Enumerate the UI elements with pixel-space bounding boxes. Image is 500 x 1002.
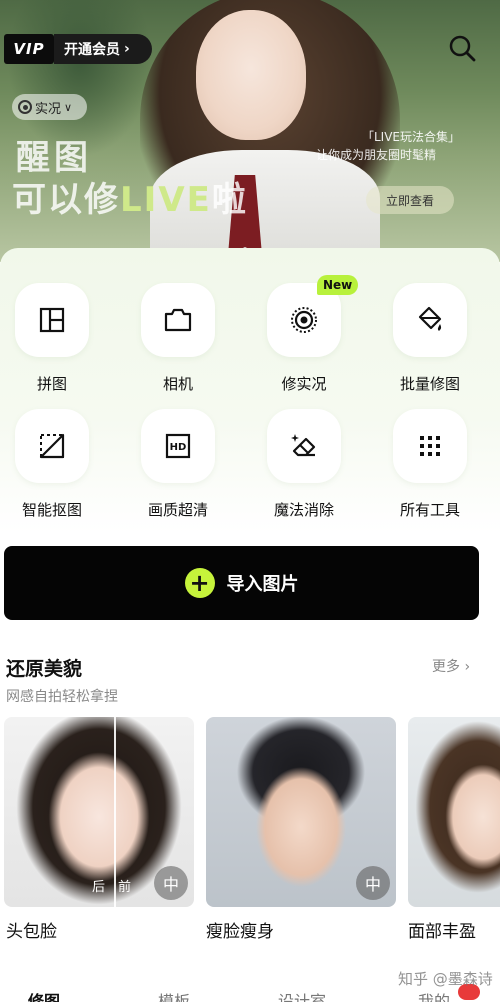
tool-label: 智能抠图: [21, 501, 82, 519]
import-photo-button[interactable]: + 导入图片: [4, 546, 479, 620]
tool-label: 画质超清: [147, 501, 208, 519]
collage-icon: [39, 307, 65, 333]
before-label: 前: [118, 880, 132, 895]
tool-tile: [267, 409, 341, 483]
after-label: 后: [92, 880, 106, 895]
more-label: 更多: [432, 659, 460, 675]
vip-badge[interactable]: VIP: [4, 34, 54, 64]
import-photo-label: 导入图片: [226, 574, 299, 595]
banner-title-live: LIVE: [120, 180, 212, 220]
before-after-divider[interactable]: [114, 717, 116, 907]
live-chip-label: 实况: [35, 101, 62, 117]
tab-design-studio[interactable]: 设计室: [278, 988, 326, 1002]
banner-title-line2: 可以修LIVE啦: [12, 172, 248, 221]
new-badge: New: [317, 275, 359, 295]
tab-edit[interactable]: 修图: [28, 988, 60, 1002]
tool-label: 修实况: [281, 375, 327, 393]
tool-all-tools[interactable]: 所有工具: [375, 409, 485, 529]
chevron-right-icon: ›: [464, 659, 471, 675]
more-link[interactable]: 更多 ›: [432, 656, 470, 676]
plus-icon: +: [184, 568, 215, 598]
banner-title-suffix: 啦: [211, 180, 248, 220]
tool-label: 所有工具: [399, 501, 460, 519]
tool-tile: [141, 283, 215, 357]
compare-icon[interactable]: 中: [154, 866, 188, 900]
search-icon: [449, 35, 476, 62]
tool-live-photo[interactable]: New 修实况: [249, 275, 359, 403]
card-title: 面部丰盈: [408, 922, 476, 942]
tool-label: 批量修图: [399, 375, 460, 393]
section-title: 还原美貌: [6, 658, 83, 680]
hero-banner[interactable]: VIP 开通会员 › 实况 ∨ 醒图 可以修LIVE啦 「LIVE玩法合集」 让…: [0, 0, 500, 262]
grid-icon: [420, 436, 440, 456]
chevron-right-icon: ›: [124, 41, 130, 57]
tool-magic-eraser[interactable]: 魔法消除: [249, 409, 359, 529]
tool-tile: [393, 283, 467, 357]
tool-tile: [15, 409, 89, 483]
tab-templates[interactable]: 模板: [158, 988, 190, 1002]
eraser-icon: [291, 434, 316, 457]
card-title: 头包脸: [6, 922, 57, 942]
view-now-button[interactable]: 立即查看: [366, 186, 454, 214]
tool-camera[interactable]: 相机: [123, 283, 233, 403]
watermark: 知乎 @墨森诗: [398, 970, 493, 988]
tool-batch-edit[interactable]: 批量修图: [375, 283, 485, 403]
tool-tile: HD: [141, 409, 215, 483]
batch-edit-icon: [418, 306, 442, 331]
live-photo-icon: [18, 100, 32, 114]
live-photo-icon: [291, 307, 317, 333]
tool-label: 拼图: [36, 375, 67, 393]
banner-subtitle-2: 让你成为朋友圈时髦精: [316, 148, 437, 162]
section-subtitle: 网感自拍轻松拿捏: [6, 689, 118, 705]
card-title: 瘦脸瘦身: [206, 922, 274, 942]
banner-title-prefix: 可以修: [12, 180, 120, 220]
open-membership-label: 开通会员: [64, 42, 120, 58]
compare-icon[interactable]: 中: [356, 866, 390, 900]
tab-me[interactable]: 我的: [418, 988, 450, 1002]
search-button[interactable]: [446, 32, 478, 64]
banner-subtitle-1: 「LIVE玩法合集」: [362, 130, 461, 144]
tool-label: 魔法消除: [273, 501, 334, 519]
hd-icon: HD: [165, 433, 191, 459]
tool-tile: [393, 409, 467, 483]
open-membership-button[interactable]: 开通会员 ›: [54, 34, 152, 64]
tool-label: 相机: [162, 375, 193, 393]
template-card[interactable]: [408, 717, 500, 907]
cutout-icon: [39, 433, 65, 459]
tool-tile: [15, 283, 89, 357]
tool-collage[interactable]: 拼图: [0, 283, 107, 403]
tool-cutout[interactable]: 智能抠图: [0, 409, 107, 529]
banner-model-face: [196, 10, 306, 140]
tool-hd[interactable]: HD 画质超清: [123, 409, 233, 529]
camera-icon: [164, 308, 192, 332]
live-filter-chip[interactable]: 实况 ∨: [12, 94, 87, 120]
svg-text:HD: HD: [170, 442, 187, 453]
chevron-down-icon: ∨: [64, 100, 73, 114]
